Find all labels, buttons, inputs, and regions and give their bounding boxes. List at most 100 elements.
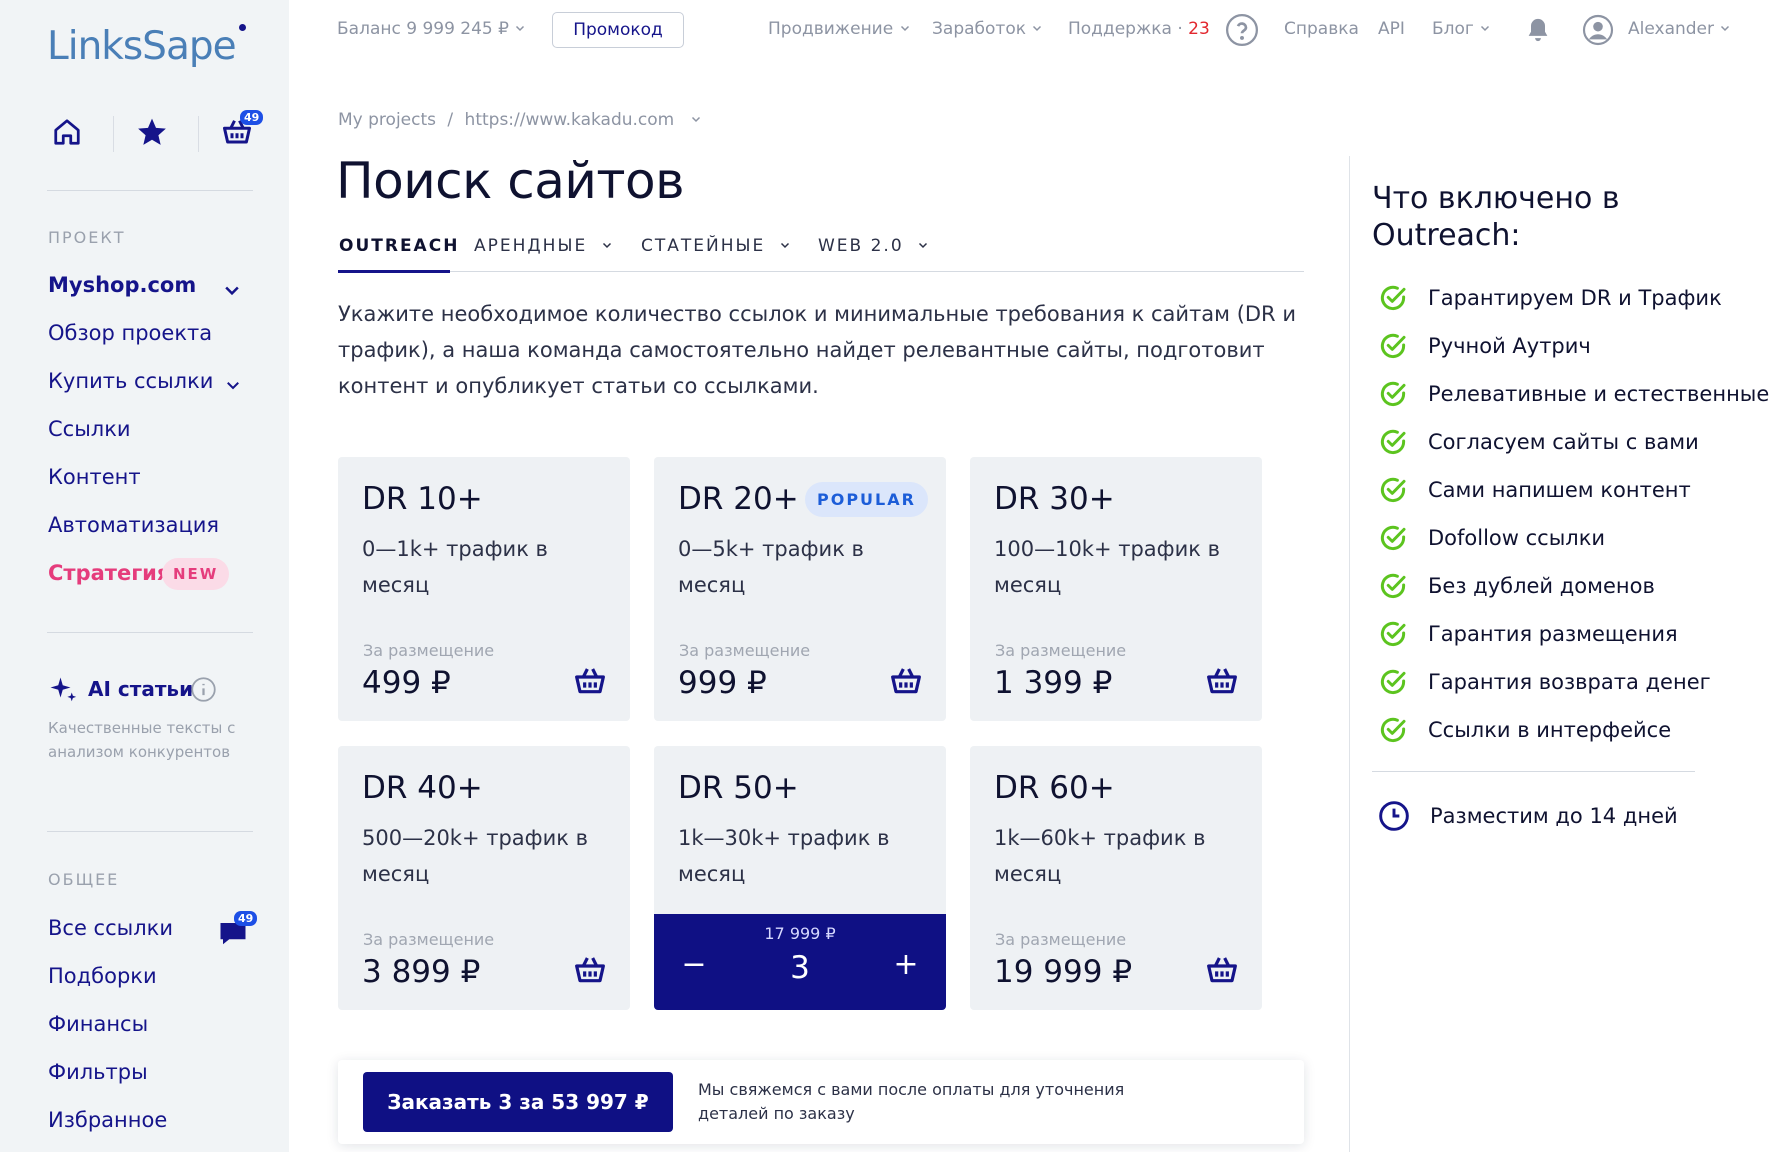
- logo[interactable]: LinksSape: [47, 24, 246, 69]
- promo-code-button[interactable]: Промокод: [552, 12, 684, 48]
- support-label: Поддержка: [1068, 19, 1172, 39]
- plan-traffic: 1k—30k+ трафик в месяц: [678, 826, 890, 886]
- chevron-down-icon: [602, 242, 611, 249]
- tab-web2[interactable]: WEB 2.0: [818, 236, 929, 256]
- included-feature-text: Без дублей доменов: [1428, 574, 1655, 598]
- sidebar-item-strategy[interactable]: Стратегия: [48, 561, 170, 585]
- increment-button[interactable]: +: [886, 944, 926, 984]
- divider: [113, 116, 114, 152]
- basket-icon[interactable]: [574, 954, 606, 986]
- star-icon[interactable]: [132, 112, 172, 152]
- plan-card-dr20[interactable]: DR 20+ POPULAR 0—5k+ трафик в месяц За р…: [654, 457, 946, 721]
- plan-traffic: 0—1k+ трафик в месяц: [362, 537, 548, 597]
- user-menu[interactable]: Alexander: [1628, 19, 1731, 39]
- included-feature: Гарантия возврата денег: [1378, 664, 1711, 700]
- basket-icon[interactable]: 49: [217, 110, 264, 152]
- chevron-down-icon[interactable]: [690, 113, 702, 125]
- plan-price-label: За размещение: [363, 641, 495, 660]
- tab-outreach-label: OUTREACH: [339, 236, 460, 256]
- plan-card-dr50[interactable]: DR 50+ 1k—30k+ трафик в месяц 17 999 ₽ −…: [654, 746, 946, 1010]
- sidebar-item-content[interactable]: Контент: [48, 465, 141, 489]
- chevron-down-icon: [900, 25, 909, 32]
- promotion-menu-label: Продвижение: [768, 19, 894, 39]
- plan-card-dr10[interactable]: DR 10+ 0—1k+ трафик в месяц За размещени…: [338, 457, 630, 721]
- bell-icon[interactable]: [1524, 16, 1552, 44]
- divider: [1349, 156, 1350, 1152]
- sidebar-item-links[interactable]: Ссылки: [48, 417, 131, 441]
- included-feature-text: Гарантия возврата денег: [1428, 670, 1711, 694]
- sidebar-item-buy-links[interactable]: Купить ссылки: [48, 369, 213, 393]
- tab-articles[interactable]: СТАТЕЙНЫЕ: [641, 236, 791, 256]
- basket-icon[interactable]: [1206, 665, 1238, 697]
- included-title: Что включено в Outreach:: [1372, 181, 1620, 253]
- balance-value: Баланс 9 999 245 ₽: [337, 19, 509, 39]
- sidebar-item-all-links[interactable]: Все ссылки: [48, 916, 173, 940]
- check-circle-icon: [1380, 477, 1406, 503]
- home-icon[interactable]: [47, 112, 87, 152]
- plan-dr: DR 50+: [678, 770, 799, 806]
- chevron-down-icon[interactable]: [222, 280, 242, 300]
- included-feature: Согласуем сайты с вами: [1378, 424, 1699, 460]
- included-feature: Без дублей доменов: [1378, 568, 1655, 604]
- chevron-down-icon: [780, 242, 789, 249]
- sidebar-item-collections[interactable]: Подборки: [48, 964, 157, 988]
- sidebar-item-favorites[interactable]: Избранное: [48, 1108, 167, 1132]
- plan-dr: DR 30+: [994, 481, 1115, 517]
- logo-text: LinksSape: [47, 24, 237, 69]
- promotion-menu[interactable]: Продвижение: [768, 19, 911, 39]
- breadcrumb-root[interactable]: My projects: [338, 110, 436, 130]
- sidebar-item-overview[interactable]: Обзор проекта: [48, 321, 212, 345]
- avatar-icon[interactable]: [1582, 14, 1614, 46]
- clock-icon: [1379, 801, 1409, 831]
- plan-card-dr40[interactable]: DR 40+ 500—20k+ трафик в месяц За размещ…: [338, 746, 630, 1010]
- plan-price-label: За размещение: [363, 930, 495, 949]
- plan-traffic: 500—20k+ трафик в месяц: [362, 826, 589, 886]
- plan-card-dr60[interactable]: DR 60+ 1k—60k+ трафик в месяц За размеще…: [970, 746, 1262, 1010]
- blog-menu[interactable]: Блог: [1432, 19, 1491, 39]
- divider: [47, 831, 253, 832]
- project-selector[interactable]: Myshop.com: [48, 273, 196, 297]
- plan-card-dr30[interactable]: DR 30+ 100—10k+ трафик в месяц За размещ…: [970, 457, 1262, 721]
- order-note: Мы свяжемся с вами после оплаты для уточ…: [698, 1080, 1125, 1123]
- check-circle-icon: [1380, 285, 1406, 311]
- intro-text: Укажите необходимое количество ссылок и …: [338, 302, 1296, 398]
- popular-badge: POPULAR: [805, 482, 928, 517]
- ai-articles-description: Качественные тексты с анализом конкурент…: [48, 719, 236, 761]
- sidebar: LinksSape 49 ПРОЕКТ Myshop.com Обзор про…: [0, 0, 289, 1152]
- chat-icon[interactable]: 49: [218, 911, 258, 948]
- basket-icon[interactable]: [1206, 954, 1238, 986]
- info-icon[interactable]: [190, 676, 217, 703]
- new-badge: NEW: [162, 558, 230, 590]
- tab-rental[interactable]: АРЕНДНЫЕ: [474, 236, 613, 256]
- ai-articles-link[interactable]: AI статьи: [88, 677, 193, 701]
- earnings-menu[interactable]: Заработок: [932, 19, 1043, 39]
- tab-bar: OUTREACH АРЕНДНЫЕ СТАТЕЙНЫЕ WEB 2.0: [338, 236, 1304, 273]
- question-icon[interactable]: [1225, 13, 1259, 47]
- plan-traffic: 1k—60k+ трафик в месяц: [994, 826, 1206, 886]
- chevron-down-icon[interactable]: [224, 376, 242, 394]
- breadcrumb-project[interactable]: https://www.kakadu.com: [465, 110, 675, 130]
- user-name: Alexander: [1628, 19, 1715, 39]
- basket-icon[interactable]: [890, 665, 922, 697]
- chevron-down-icon: [1033, 25, 1042, 32]
- tab-outreach[interactable]: OUTREACH: [339, 236, 459, 256]
- tab-rental-label: АРЕНДНЫЕ: [474, 236, 588, 256]
- sidebar-item-filters[interactable]: Фильтры: [48, 1060, 148, 1084]
- included-feature: Ручной Аутрич: [1378, 328, 1591, 364]
- sidebar-item-finance[interactable]: Финансы: [48, 1012, 148, 1036]
- api-link[interactable]: API: [1378, 19, 1405, 39]
- divider: [198, 116, 199, 152]
- order-button[interactable]: Заказать 3 за 53 997 ₽: [363, 1072, 673, 1132]
- plan-price: 499 ₽: [362, 665, 451, 701]
- plan-price: 1 399 ₽: [994, 665, 1113, 701]
- messages-count-badge: 49: [234, 911, 258, 926]
- plan-price-label: За размещение: [995, 641, 1127, 660]
- support-link[interactable]: Поддержка · 23: [1068, 19, 1210, 39]
- section-label-project: ПРОЕКТ: [48, 228, 126, 247]
- sidebar-item-automation[interactable]: Автоматизация: [48, 513, 219, 537]
- basket-icon[interactable]: [574, 665, 606, 697]
- help-link[interactable]: Справка: [1284, 19, 1359, 39]
- balance-dropdown[interactable]: Баланс 9 999 245 ₽: [337, 19, 526, 39]
- tab-articles-label: СТАТЕЙНЫЕ: [641, 236, 766, 256]
- tab-web2-label: WEB 2.0: [818, 236, 904, 256]
